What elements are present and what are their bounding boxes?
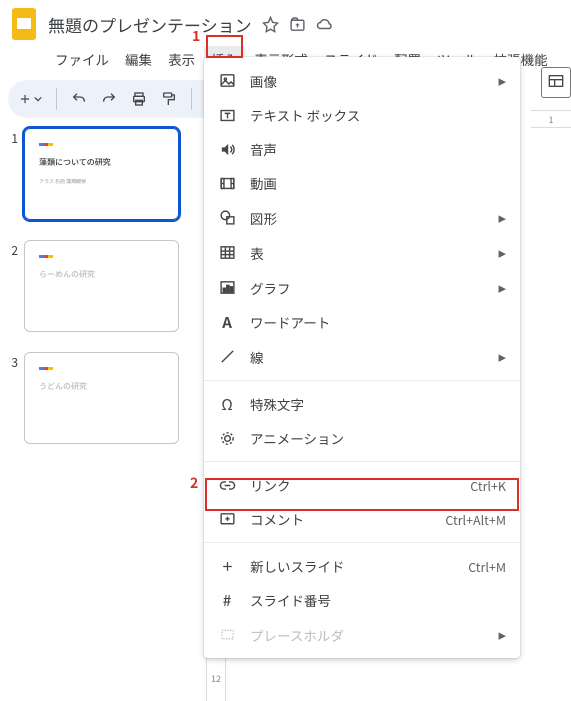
paint-format-button[interactable]	[161, 91, 177, 107]
textbox-icon	[218, 106, 236, 124]
accent-bar-icon	[39, 367, 53, 370]
new-slide-button[interactable]	[18, 92, 42, 106]
menu-item-slide-number[interactable]: # スライド番号	[204, 583, 520, 617]
menu-item-label: テキスト ボックス	[250, 105, 506, 125]
menu-item-label: 線	[250, 347, 484, 367]
menu-item-shortcut: Ctrl+M	[468, 557, 506, 576]
image-icon	[218, 72, 236, 90]
slide-materials-button[interactable]	[541, 67, 571, 98]
undo-button[interactable]	[71, 91, 87, 107]
menu-item-textbox[interactable]: テキスト ボックス	[204, 98, 520, 132]
menu-item-shortcut: Ctrl+K	[470, 476, 506, 495]
slide-thumb-title: 藻類についての研究	[39, 157, 164, 168]
video-icon	[218, 174, 236, 192]
menu-item-wordart[interactable]: A ワードアート	[204, 305, 520, 339]
placeholder-icon	[218, 626, 236, 644]
slide-number-label: 3	[6, 352, 18, 444]
slide-thumb-title: うどんの研究	[39, 381, 164, 392]
submenu-arrow-icon: ▸	[498, 242, 506, 263]
annotation-1: 1	[192, 26, 200, 46]
accent-bar-icon	[39, 255, 53, 258]
menu-item-label: 表	[250, 243, 484, 263]
hash-icon: #	[218, 591, 236, 609]
header: 無題のプレゼンテーション	[0, 0, 571, 42]
ruler-tick-label: 12	[211, 672, 221, 685]
menu-item-line[interactable]: 線 ▸	[204, 339, 520, 374]
star-icon[interactable]	[262, 16, 279, 33]
menu-item-table[interactable]: 表 ▸	[204, 235, 520, 270]
slides-logo[interactable]	[10, 6, 38, 42]
menu-view[interactable]: 表示	[161, 46, 202, 72]
menu-item-label: 音声	[250, 139, 506, 159]
slide-thumbnail[interactable]: うどんの研究	[24, 352, 179, 444]
insert-menu-dropdown: 画像 ▸ テキスト ボックス 音声 動画 図形 ▸ 表 ▸ グラフ ▸ A ワー…	[204, 57, 520, 658]
menu-item-shape[interactable]: 図形 ▸	[204, 200, 520, 235]
menu-item-label: 新しいスライド	[250, 556, 454, 576]
submenu-arrow-icon: ▸	[498, 70, 506, 91]
line-icon	[218, 348, 236, 366]
menu-item-special-chars[interactable]: Ω 特殊文字	[204, 387, 520, 421]
doc-title[interactable]: 無題のプレゼンテーション	[48, 12, 252, 37]
slide-thumb-subtitle: クラス 名前 藻類観察	[39, 178, 164, 185]
cloud-icon[interactable]	[316, 15, 334, 33]
menu-item-placeholder: プレースホルダ ▸	[204, 617, 520, 652]
menu-item-label: グラフ	[250, 278, 484, 298]
slide-thumbnail[interactable]: らーめんの研究	[24, 240, 179, 332]
menu-item-label: コメント	[250, 509, 431, 529]
accent-bar-icon	[39, 143, 53, 146]
slide-number-label: 1	[6, 128, 18, 220]
wordart-icon: A	[218, 313, 236, 331]
menu-item-chart[interactable]: グラフ ▸	[204, 270, 520, 305]
submenu-arrow-icon: ▸	[498, 624, 506, 645]
menu-file[interactable]: ファイル	[48, 46, 116, 72]
submenu-arrow-icon: ▸	[498, 207, 506, 228]
menu-item-video[interactable]: 動画	[204, 166, 520, 200]
menu-item-label: スライド番号	[250, 590, 506, 610]
menu-item-audio[interactable]: 音声	[204, 132, 520, 166]
menu-item-label: プレースホルダ	[250, 625, 484, 645]
menu-item-new-slide[interactable]: 新しいスライド Ctrl+M	[204, 549, 520, 583]
menu-separator	[204, 461, 520, 462]
menu-item-label: 動画	[250, 173, 506, 193]
menu-item-shortcut: Ctrl+Alt+M	[445, 510, 506, 529]
title-row: 無題のプレゼンテーション	[48, 12, 334, 37]
slide-thumbnail[interactable]: 藻類についての研究 クラス 名前 藻類観察	[24, 128, 179, 220]
toolbar-separator	[191, 88, 192, 110]
shape-icon	[218, 209, 236, 227]
menu-item-animation[interactable]: アニメーション	[204, 421, 520, 455]
audio-icon	[218, 140, 236, 158]
table-icon	[218, 244, 236, 262]
slide-panel-item[interactable]: 1 藻類についての研究 クラス 名前 藻類観察	[6, 128, 186, 220]
toolbar-separator	[56, 88, 57, 110]
menu-item-label: リンク	[250, 475, 456, 495]
menu-item-label: ワードアート	[250, 312, 506, 332]
menu-item-label: 特殊文字	[250, 394, 506, 414]
menu-item-label: アニメーション	[250, 428, 506, 448]
menu-item-label: 画像	[250, 71, 484, 91]
menu-separator	[204, 380, 520, 381]
comment-icon	[218, 510, 236, 528]
slide-thumb-title: らーめんの研究	[39, 269, 164, 280]
chart-icon	[218, 279, 236, 297]
animation-icon	[218, 429, 236, 447]
plus-icon	[218, 557, 236, 575]
menu-item-link[interactable]: リンク Ctrl+K	[204, 468, 520, 502]
menu-separator	[204, 542, 520, 543]
link-icon	[218, 476, 236, 494]
submenu-arrow-icon: ▸	[498, 277, 506, 298]
omega-icon: Ω	[218, 395, 236, 413]
menu-item-comment[interactable]: コメント Ctrl+Alt+M	[204, 502, 520, 536]
submenu-arrow-icon: ▸	[498, 346, 506, 367]
print-button[interactable]	[131, 91, 147, 107]
menu-item-label: 図形	[250, 208, 484, 228]
menu-item-image[interactable]: 画像 ▸	[204, 63, 520, 98]
menu-edit[interactable]: 編集	[118, 46, 159, 72]
move-icon[interactable]	[289, 16, 306, 33]
slide-panel-item[interactable]: 2 らーめんの研究	[6, 240, 186, 332]
slide-panel-item[interactable]: 3 うどんの研究	[6, 352, 186, 444]
annotation-2: 2	[190, 473, 198, 493]
slide-number-label: 2	[6, 240, 18, 332]
slide-panel: 1 藻類についての研究 クラス 名前 藻類観察 2 らーめんの研究 3 うどんの…	[0, 118, 190, 464]
redo-button[interactable]	[101, 91, 117, 107]
